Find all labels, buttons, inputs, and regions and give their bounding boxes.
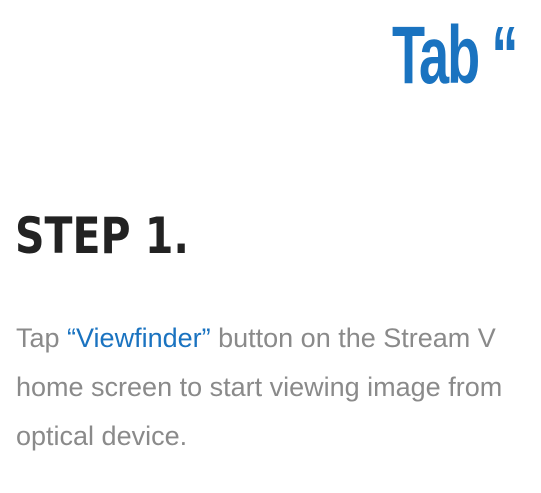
step-description-suffix: button on the Stream V (210, 323, 496, 353)
viewfinder-highlight: “Viewfinder” (67, 323, 211, 353)
headline: Tab “ (392, 10, 518, 101)
page: Tab “ STEP 1. Tap “Viewfinder” button on… (0, 0, 541, 493)
step-description: Tap “Viewfinder” button on the Stream V … (16, 314, 541, 461)
step-title: STEP 1. (15, 207, 189, 265)
step-description-line-2: home screen to start viewing image from (16, 372, 503, 402)
step-description-line-1: Tap “Viewfinder” button on the Stream V (16, 314, 541, 363)
step-description-line-3: optical device. (16, 421, 188, 451)
step-description-prefix: Tap (16, 323, 68, 353)
